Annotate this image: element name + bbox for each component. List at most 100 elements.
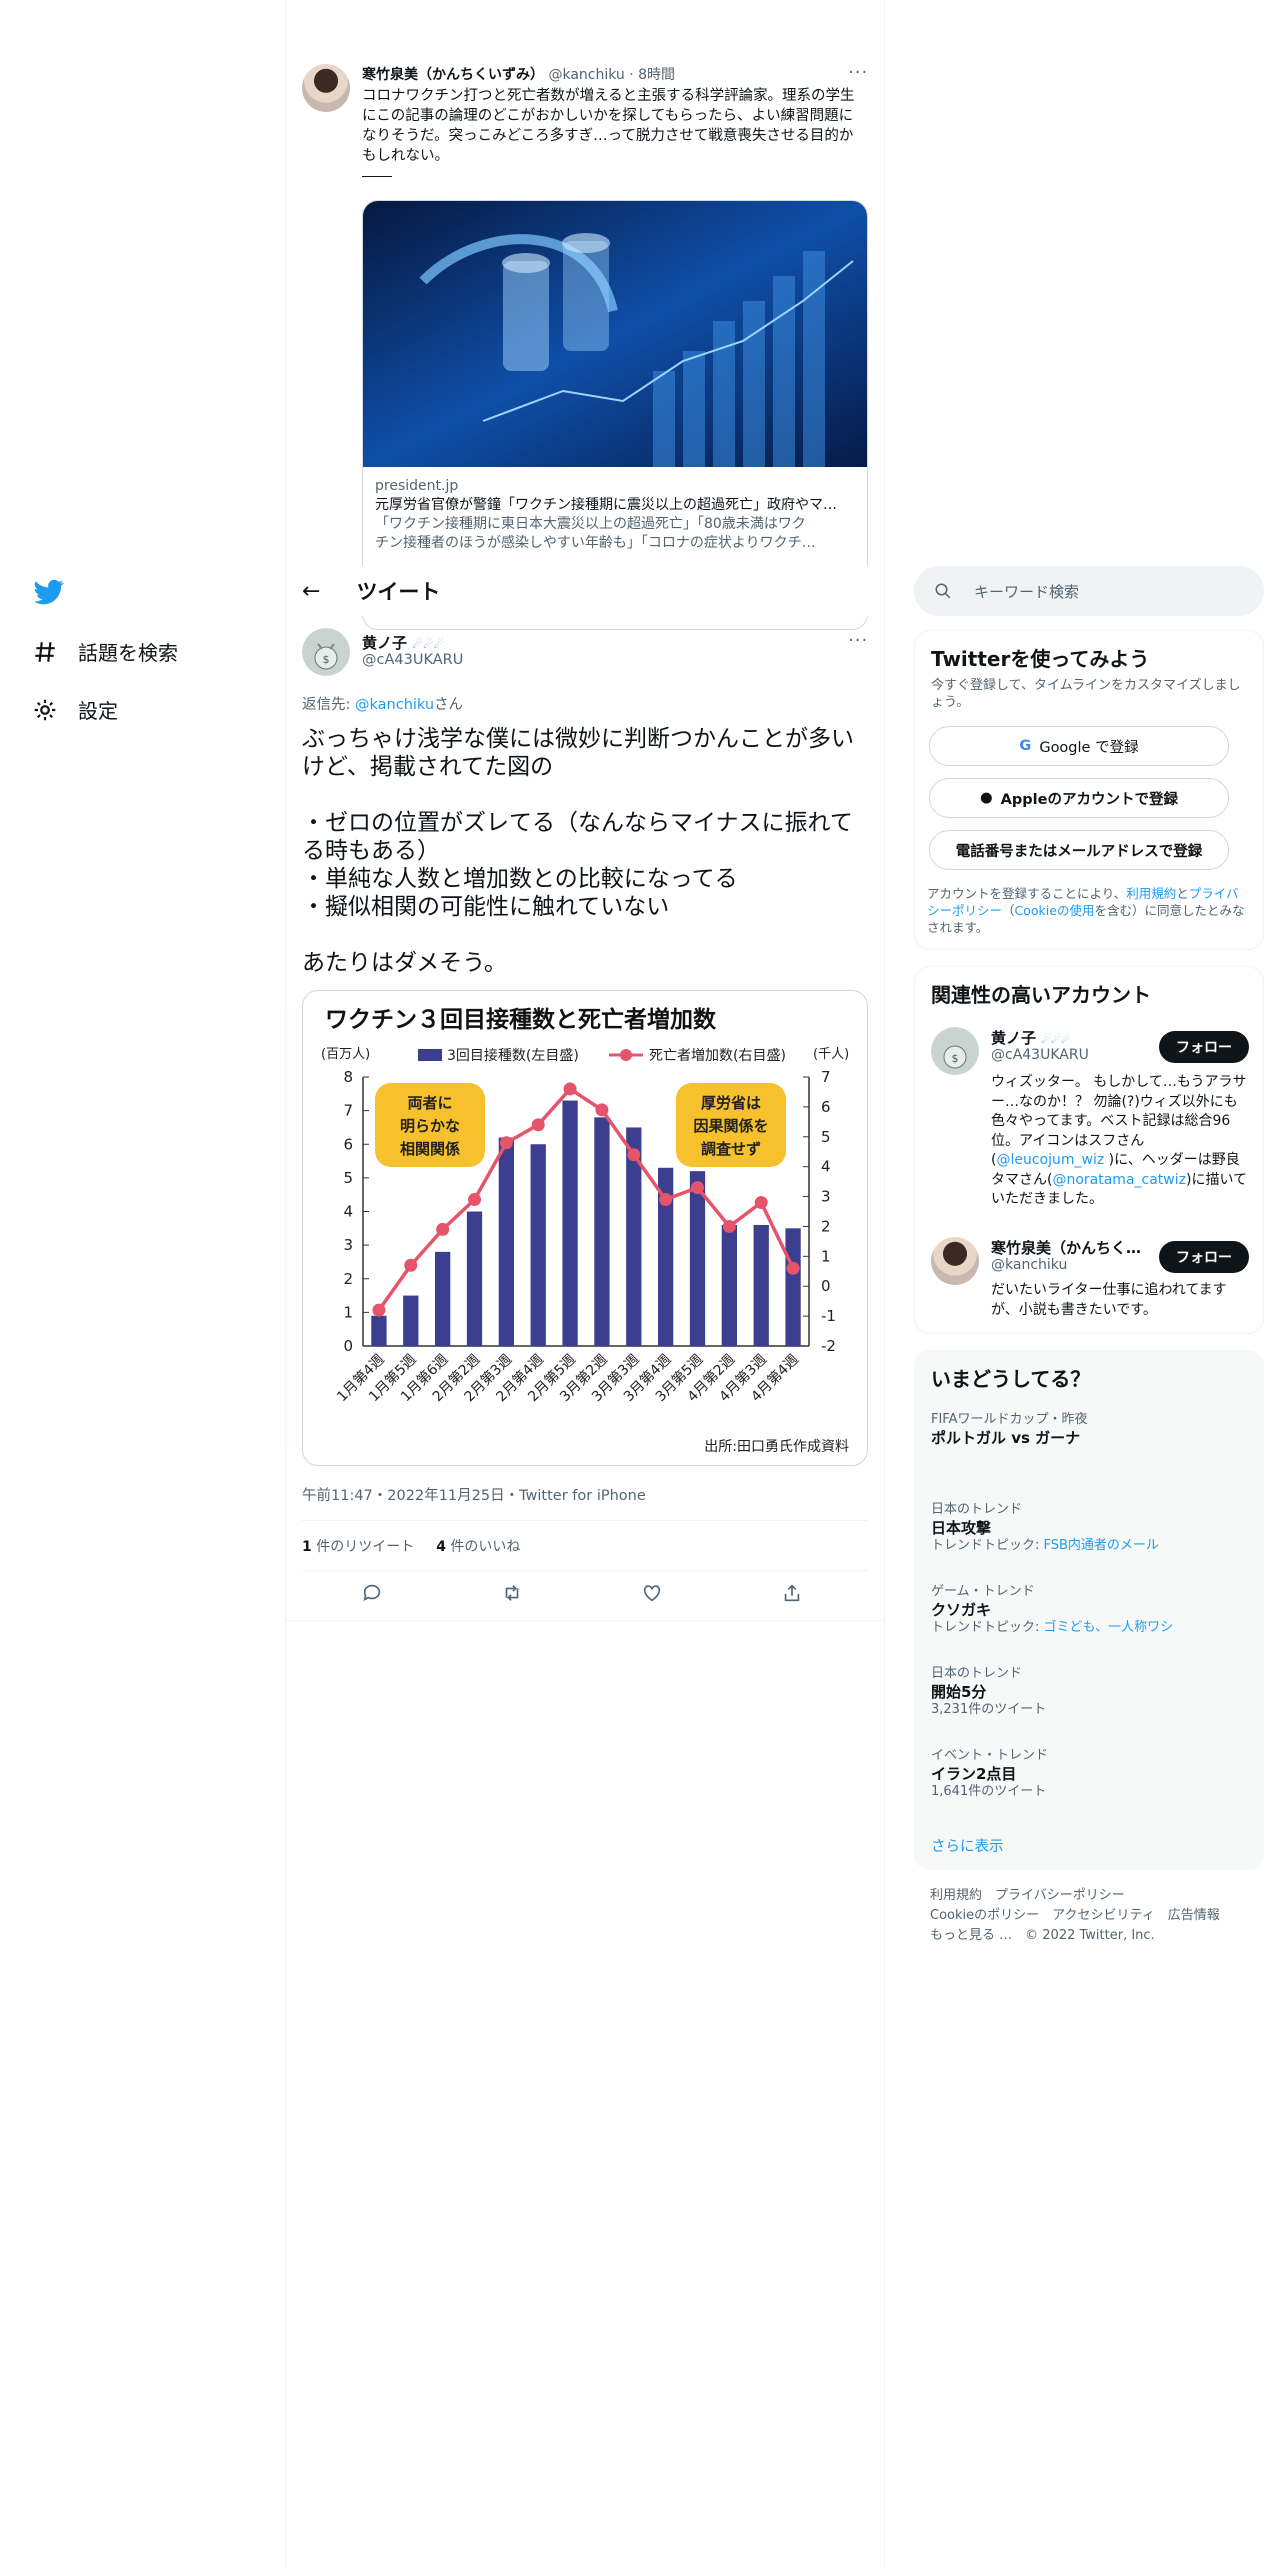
apple-icon: ●	[980, 790, 993, 806]
trend-category: 日本のトレンド	[931, 1666, 1023, 1681]
avatar[interactable]: $	[302, 628, 350, 676]
apple-signup-button[interactable]: ● Appleのアカウントで登録	[929, 778, 1229, 818]
follow-button[interactable]: フォロー	[1159, 1031, 1249, 1063]
footer-accessibility[interactable]: アクセシビリティ	[1052, 1908, 1155, 1923]
trend-count: 1,641件のツイート	[931, 1784, 1047, 1799]
share-icon[interactable]	[781, 1582, 803, 1608]
trend-item[interactable]: 日本のトレンド 開始5分 3,231件のツイート	[931, 1665, 1046, 1719]
heart-icon[interactable]	[641, 1582, 663, 1608]
trend-topic-link[interactable]: ゴミども、一人称ワシ	[1044, 1620, 1174, 1635]
y-tick-label-right: 5	[821, 1128, 831, 1146]
y-tick-label-right: -1	[821, 1307, 836, 1325]
y-tick-label-left: 7	[343, 1102, 353, 1120]
phone-signup-label: 電話番号またはメールアドレスで登録	[955, 843, 1203, 860]
y-tick-label-right: 3	[821, 1188, 831, 1206]
trend-item[interactable]: ゲーム・トレンド クソガキ トレンドトピック: ゴミども、一人称ワシ	[931, 1583, 1173, 1637]
chart-line-point	[372, 1303, 386, 1317]
chart-bar	[721, 1224, 738, 1346]
avatar[interactable]: $	[931, 1027, 979, 1075]
footer-more[interactable]: もっと見る …	[930, 1928, 1012, 1943]
signup-box: Twitterを使ってみよう 今すぐ登録して、タイムラインをカスタマイズしましょ…	[914, 630, 1264, 950]
chart-line-point	[722, 1219, 736, 1233]
footer-cookie[interactable]: Cookieのポリシー	[930, 1908, 1039, 1923]
chart-line-point	[754, 1196, 768, 1210]
chart-title: ワクチン３回目接種数と死亡者増加数	[325, 1006, 717, 1033]
search-bar[interactable]: キーワード検索	[914, 566, 1264, 616]
retweet-label: 件のリツイート	[311, 1539, 415, 1555]
retweet-icon[interactable]	[501, 1582, 523, 1608]
chart-source: 出所:田口勇氏作成資料	[704, 1439, 849, 1455]
signup-desc: 今すぐ登録して、タイムラインをカスタマイズしましょう。	[931, 678, 1241, 710]
more-icon[interactable]: ···	[848, 630, 868, 651]
twitter-bird-icon[interactable]	[32, 577, 66, 607]
reply-suffix: さん	[434, 697, 464, 713]
trend-item[interactable]: 日本のトレンド 日本攻撃 トレンドトピック: FSB内通者のメール	[931, 1501, 1159, 1555]
account-handle[interactable]: @kanchiku	[991, 1257, 1067, 1273]
card-image	[363, 201, 867, 467]
main-column-divider	[884, 0, 885, 2568]
tweet-image[interactable]: ワクチン３回目接種数と死亡者増加数 (百万人) (千人) 3回目接種数(左目盛) 死亡者…	[302, 990, 868, 1466]
footer-privacy[interactable]: プライバシーポリシー	[995, 1888, 1125, 1903]
reply-icon[interactable]	[361, 1582, 383, 1608]
chart-bar	[562, 1100, 578, 1346]
trend-topic-label: トレンドトピック:	[931, 1538, 1044, 1553]
author-handle[interactable]: @cA43UKARU	[362, 652, 463, 668]
trend-category: FIFAワールドカップ・昨夜	[931, 1412, 1088, 1427]
avatar[interactable]	[931, 1237, 979, 1285]
bio-mention-link[interactable]: @leucojum_wiz	[996, 1152, 1104, 1168]
account-name[interactable]: 黄ノ子 ☄☄☄	[991, 1027, 1071, 1048]
trend-item[interactable]: イベント・トレンド イラン2点目 1,641件のツイート	[931, 1747, 1048, 1801]
retweet-number: 1	[302, 1539, 312, 1555]
chart-bar	[785, 1228, 801, 1346]
legend-bar-label: 3回目接種数(左目盛)	[447, 1047, 579, 1064]
reply-handle-link[interactable]: @kanchiku	[355, 697, 434, 713]
callout-right-text: 調査せず	[701, 1140, 761, 1158]
cookie-link[interactable]: Cookieの使用	[1015, 903, 1095, 918]
more-icon[interactable]: ···	[848, 62, 868, 83]
phone-signup-button[interactable]: 電話番号またはメールアドレスで登録	[929, 830, 1229, 870]
follow-button[interactable]: フォロー	[1159, 1241, 1249, 1273]
trend-item[interactable]: FIFAワールドカップ・昨夜 ポルトガル vs ガーナ	[931, 1411, 1088, 1447]
y-tick-label-left: 0	[343, 1337, 353, 1355]
quoted-text: コロナワクチン打つと死亡者数が増えると主張する科学評論家。理系の学生にこの記事の…	[362, 88, 855, 164]
google-signup-button[interactable]: G Google で登録	[929, 726, 1229, 766]
nav-settings[interactable]: 設定	[32, 695, 118, 724]
footer-ads[interactable]: 広告情報	[1168, 1908, 1220, 1923]
trend-topic-link[interactable]: FSB内通者のメール	[1044, 1538, 1159, 1553]
author-name[interactable]: 寒竹泉美（かんちくいずみ）	[362, 67, 544, 83]
y-tick-label-left: 8	[343, 1068, 353, 1086]
card-domain: president.jp	[375, 478, 459, 494]
tweet-text: ぶっちゃけ浅学な僕には微妙に判断つかんことが多いけど、掲載されてた図の ・ゼロの…	[302, 726, 854, 976]
avatar[interactable]	[302, 64, 350, 112]
chart-line-point	[595, 1103, 609, 1117]
account-name-text: 黄ノ子	[991, 1029, 1037, 1047]
bio-mention-link[interactable]: @noratama_catwiz	[1052, 1172, 1186, 1188]
chart-bar	[689, 1171, 706, 1346]
y-tick-label-right: 2	[821, 1217, 831, 1235]
legend-line-label: 死亡者増加数(右目盛)	[649, 1048, 786, 1064]
search-input[interactable]: キーワード検索	[974, 581, 1079, 602]
y-tick-label-right: 1	[821, 1247, 831, 1265]
account-bio: だいたいライター仕事に追われてますが、小説も書きたいです。	[991, 1282, 1227, 1318]
account-name[interactable]: 寒竹泉美（かんちく…	[991, 1237, 1151, 1258]
author-handle[interactable]: @kanchiku	[548, 67, 624, 83]
retweet-count[interactable]: 1 件のリツイート	[302, 1536, 414, 1556]
trend-name: 開始5分	[931, 1683, 987, 1701]
nav-explore[interactable]: 話題を検索	[32, 637, 178, 666]
y-tick-label-right: 7	[821, 1068, 831, 1086]
author-name[interactable]: 黄ノ子 ☄☄☄	[362, 632, 445, 653]
show-more-link[interactable]: さらに表示	[931, 1835, 1004, 1856]
like-count[interactable]: 4 件のいいね	[436, 1536, 520, 1556]
tweet-meta[interactable]: 午前11:47・2022年11月25日・Twitter for iPhone	[302, 1484, 646, 1505]
footer-terms[interactable]: 利用規約	[930, 1888, 982, 1903]
nav-explore-label: 話題を検索	[78, 641, 178, 665]
tweet-stats: 1 件のリツイート 4 件のいいね	[302, 1536, 520, 1556]
divider	[362, 176, 392, 177]
back-arrow-icon[interactable]: ←	[302, 579, 320, 604]
account-handle[interactable]: @cA43UKARU	[991, 1047, 1089, 1063]
google-signup-label: Google で登録	[1039, 739, 1139, 756]
tweet-time[interactable]: 8時間	[638, 67, 675, 83]
terms-link[interactable]: 利用規約	[1126, 886, 1176, 901]
sparkle-emoji: ☄☄☄	[1041, 1033, 1071, 1046]
y-tick-label-right: -2	[821, 1337, 836, 1355]
